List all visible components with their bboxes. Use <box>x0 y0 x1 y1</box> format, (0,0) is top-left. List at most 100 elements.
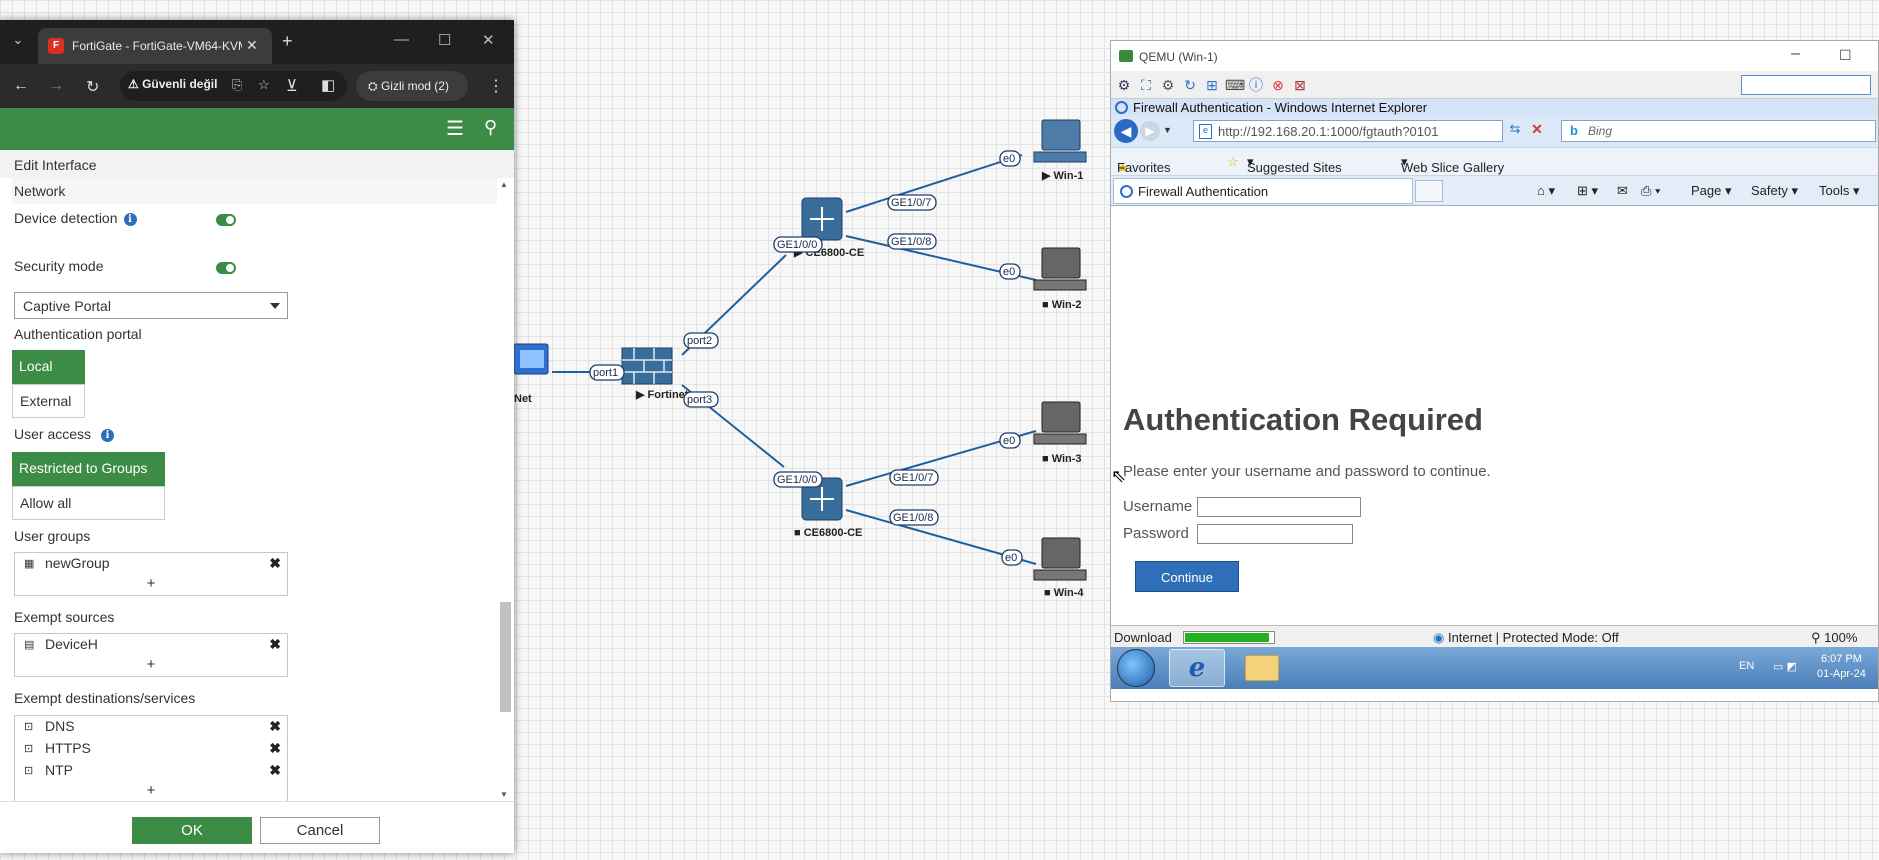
info-icon[interactable]: i <box>101 429 115 442</box>
auth-portal-external[interactable]: External <box>12 384 85 418</box>
exempt-dest-name: NTP <box>45 762 73 778</box>
win3-label: ■ Win-3 <box>1042 453 1082 465</box>
scroll-up-icon[interactable]: ▲ <box>500 180 508 189</box>
browser-tab[interactable]: F FortiGate - FortiGate-VM64-KVM ✕ <box>38 28 272 64</box>
suggested-sites-link[interactable]: Suggested Sites ▾ <box>1247 154 1342 175</box>
mail-icon[interactable]: ✉ <box>1617 183 1628 199</box>
win4-node[interactable]: ■ Win-4 <box>1033 537 1087 599</box>
print-icon[interactable]: ⎙ ▾ <box>1641 183 1660 199</box>
taskbar-folder-icon[interactable] <box>1245 655 1279 681</box>
remove-icon[interactable]: ✖ <box>269 762 281 779</box>
info-icon[interactable]: i <box>123 213 137 226</box>
bookmark-icon[interactable]: ☆ <box>258 77 270 93</box>
add-exempt-dest-button[interactable]: + <box>15 782 287 802</box>
add-exempt-source-button[interactable]: + <box>15 656 287 676</box>
info-icon[interactable]: ⓘ <box>1247 76 1265 94</box>
continue-button[interactable]: Continue <box>1135 561 1239 592</box>
security-mode-select[interactable]: Captive Portal <box>14 292 288 319</box>
maximize-icon[interactable]: ☐ <box>438 31 451 49</box>
tray-icons[interactable]: ▭ ◩ <box>1773 660 1797 673</box>
refresh-icon[interactable]: ↻ <box>1181 76 1199 94</box>
start-button[interactable] <box>1117 649 1155 687</box>
ie-new-tab-button[interactable] <box>1415 180 1443 202</box>
incognito-chip[interactable]: ⛭ Gizli mod (2) <box>356 71 468 101</box>
new-tab-icon[interactable]: + <box>282 31 293 52</box>
remove-icon[interactable]: ✖ <box>269 740 281 757</box>
hamburger-menu-icon[interactable]: ☰ <box>446 116 464 141</box>
feeds-icon[interactable]: ⊞ ▾ <box>1577 183 1598 199</box>
translate-icon[interactable]: ⎘ <box>232 77 242 93</box>
fullscreen-icon[interactable]: ⛶ <box>1137 76 1155 94</box>
win3-node[interactable]: ■ Win-3 <box>1033 401 1087 465</box>
home-icon[interactable]: ⌂ ▾ <box>1537 183 1555 199</box>
language-indicator[interactable]: EN <box>1739 660 1754 672</box>
list-item[interactable]: ⊡ DNS ✖ <box>15 716 287 738</box>
ie-tab[interactable]: Firewall Authentication <box>1113 178 1413 204</box>
security-chip[interactable]: ⚠ Güvenli değil <box>128 77 217 95</box>
minimize-icon[interactable]: — <box>394 31 409 48</box>
history-dropdown-icon[interactable]: ▼ <box>1163 125 1172 135</box>
list-item[interactable]: ⊡ HTTPS ✖ <box>15 738 287 760</box>
win1-node[interactable]: ▶ Win-1 <box>1033 119 1087 182</box>
omnibox[interactable]: ⚠ Güvenli değil ⎘ ☆ <box>120 71 347 101</box>
add-favorite-icon[interactable]: ☆ <box>1227 154 1239 170</box>
taskbar-ie-icon[interactable]: e <box>1169 649 1225 687</box>
safety-menu-label: Safety <box>1751 183 1788 198</box>
web-slice-gallery-link[interactable]: Web Slice Gallery ▾ <box>1401 154 1504 175</box>
windows-icon[interactable]: ⊞ <box>1203 76 1221 94</box>
reload-icon[interactable]: ↻ <box>86 77 99 97</box>
ie-url-field[interactable]: e http://192.168.20.1:1000/fgtauth?0101 <box>1193 120 1503 142</box>
tools-menu[interactable]: Tools ▾ <box>1819 183 1860 199</box>
refresh-icon[interactable]: ⇆ <box>1505 121 1525 141</box>
device-detection-toggle[interactable] <box>216 214 236 226</box>
gear-icon[interactable]: ⚙ <box>1159 76 1177 94</box>
list-item[interactable]: ▤ DeviceH ✖ <box>15 634 287 656</box>
remove-icon[interactable]: ✖ <box>269 636 281 653</box>
user-access-restricted[interactable]: Restricted to Groups <box>12 452 165 486</box>
win2-node[interactable]: ■ Win-2 <box>1033 247 1087 311</box>
qemu-input-field[interactable] <box>1741 75 1871 95</box>
browser-menu-icon[interactable]: ⋮ <box>488 76 504 96</box>
incognito-icon: ⛭ <box>368 79 378 93</box>
fortinet-node[interactable]: ▶ Fortinet <box>621 347 689 401</box>
password-field[interactable] <box>1197 524 1353 544</box>
back-icon[interactable]: ◀ <box>1114 119 1138 143</box>
close-tab-icon[interactable]: ✕ <box>246 37 258 54</box>
keyboard-icon[interactable]: ⌨ <box>1225 76 1245 94</box>
settings-icon[interactable]: ⚙ <box>1115 76 1133 94</box>
tab-search-icon[interactable]: ⌄ <box>6 32 30 52</box>
add-user-group-button[interactable]: + <box>15 575 287 595</box>
search-icon[interactable]: ⚲ <box>484 117 497 138</box>
minimize-icon[interactable]: – <box>1791 45 1800 63</box>
qemu-window: QEMU (Win-1) – ☐ ⚙ ⛶ ⚙ ↻ ⊞ ⌨ ⓘ ⊗ ⊠ Firew… <box>1110 40 1879 702</box>
stop-icon[interactable]: ✕ <box>1527 121 1547 141</box>
close-window-icon[interactable]: ✕ <box>482 31 495 49</box>
net-node[interactable]: Net <box>514 343 549 405</box>
download-icon[interactable]: ⊻ <box>286 76 298 96</box>
ie-search-field[interactable]: b Bing <box>1561 120 1876 142</box>
cancel-button[interactable]: Cancel <box>260 817 380 844</box>
list-item[interactable]: ⊡ NTP ✖ <box>15 760 287 782</box>
disconnect-icon[interactable]: ⊠ <box>1291 76 1309 94</box>
taskbar-clock[interactable]: 6:07 PM 01-Apr-24 <box>1817 652 1866 682</box>
maximize-icon[interactable]: ☐ <box>1839 47 1852 64</box>
list-item[interactable]: ▦ newGroup ✖ <box>15 553 287 575</box>
scroll-down-icon[interactable]: ▼ <box>500 790 508 799</box>
pc-base <box>1033 151 1087 163</box>
ok-button[interactable]: OK <box>132 817 252 844</box>
user-access-allow-all[interactable]: Allow all <box>12 486 165 520</box>
remove-icon[interactable]: ✖ <box>269 555 281 572</box>
zoom-level[interactable]: ⚲ 100% <box>1811 630 1857 646</box>
scrollbar-thumb[interactable] <box>500 602 511 712</box>
remove-icon[interactable]: ✖ <box>269 718 281 735</box>
username-field[interactable] <box>1197 497 1361 517</box>
forward-icon[interactable]: ▶ <box>1140 121 1160 141</box>
stop-icon[interactable]: ⊗ <box>1269 76 1287 94</box>
auth-portal-local[interactable]: Local <box>12 350 85 384</box>
page-menu[interactable]: Page ▾ <box>1691 183 1732 199</box>
side-panel-icon[interactable]: ◧ <box>321 76 335 94</box>
security-mode-toggle[interactable] <box>216 262 236 274</box>
back-icon[interactable]: ← <box>13 77 29 95</box>
safety-menu[interactable]: Safety ▾ <box>1751 183 1798 199</box>
forward-icon[interactable]: → <box>48 77 64 95</box>
